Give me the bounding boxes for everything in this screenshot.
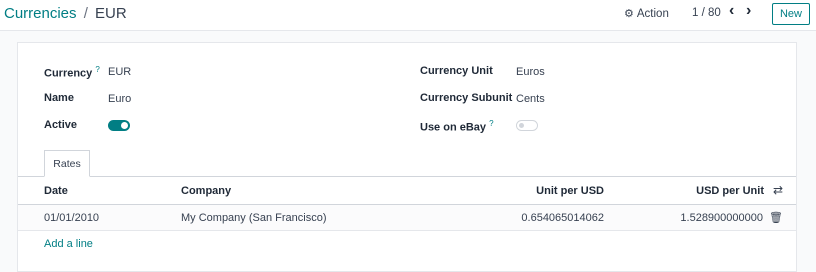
- row-usd-per-unit: 1.528900000000: [680, 212, 763, 224]
- toggle-knob: [121, 122, 128, 129]
- currency-subunit-field[interactable]: Cents: [516, 93, 545, 105]
- row-date: 01/01/2010: [44, 212, 100, 224]
- help-icon[interactable]: ?: [95, 65, 99, 74]
- currency-unit-label: Currency Unit: [420, 65, 493, 77]
- add-line-link[interactable]: Add a line: [44, 238, 93, 250]
- currency-field[interactable]: EUR: [108, 66, 131, 78]
- table-row[interactable]: 01/01/2010 My Company (San Francisco) 0.…: [18, 205, 796, 231]
- action-label: Action: [636, 7, 669, 20]
- breadcrumb-current: EUR: [95, 5, 127, 22]
- tab-rates[interactable]: Rates: [44, 150, 90, 177]
- row-company: My Company (San Francisco): [181, 212, 327, 224]
- pager-value[interactable]: 1 / 80: [692, 7, 721, 19]
- toggle-knob: [519, 123, 524, 128]
- breadcrumb-currencies-link[interactable]: Currencies: [4, 5, 77, 22]
- currency-label-text: Currency: [44, 67, 93, 80]
- active-label: Active: [44, 119, 78, 131]
- help-icon[interactable]: ?: [489, 119, 493, 128]
- currency-subunit-label: Currency Subunit: [420, 92, 513, 104]
- row-unit-per-usd: 0.654065014062: [521, 212, 604, 224]
- use-on-ebay-toggle[interactable]: [516, 120, 538, 131]
- use-on-ebay-label-text: Use on eBay: [420, 121, 487, 134]
- form-sheet: Currency ? EUR Name Euro Active Currency…: [17, 42, 797, 272]
- rates-table-header: Date Company Unit per USD USD per Unit ⇄: [18, 177, 796, 205]
- column-unit-per-usd[interactable]: Unit per USD: [536, 185, 604, 197]
- control-panel: Currencies / EUR ⚙ Action 1 / 80 ‹ › New: [0, 0, 816, 31]
- column-company[interactable]: Company: [181, 185, 231, 197]
- name-label: Name: [44, 92, 74, 104]
- trash-icon[interactable]: 🗑: [769, 211, 783, 224]
- currency-label: Currency ?: [44, 65, 100, 80]
- name-field[interactable]: Euro: [108, 93, 131, 105]
- breadcrumb: Currencies / EUR: [4, 5, 127, 22]
- active-toggle[interactable]: [108, 120, 130, 131]
- chevron-left-icon[interactable]: ‹: [729, 3, 734, 19]
- breadcrumb-separator: /: [83, 5, 88, 22]
- column-date[interactable]: Date: [44, 185, 68, 197]
- gear-icon: ⚙: [624, 8, 634, 20]
- sliders-icon[interactable]: ⇄: [773, 183, 783, 197]
- column-usd-per-unit[interactable]: USD per Unit: [696, 185, 764, 197]
- chevron-right-icon[interactable]: ›: [746, 3, 751, 19]
- action-button[interactable]: ⚙ Action: [624, 7, 669, 21]
- new-button[interactable]: New: [772, 3, 810, 25]
- use-on-ebay-label: Use on eBay ?: [420, 119, 494, 134]
- currency-unit-field[interactable]: Euros: [516, 66, 545, 78]
